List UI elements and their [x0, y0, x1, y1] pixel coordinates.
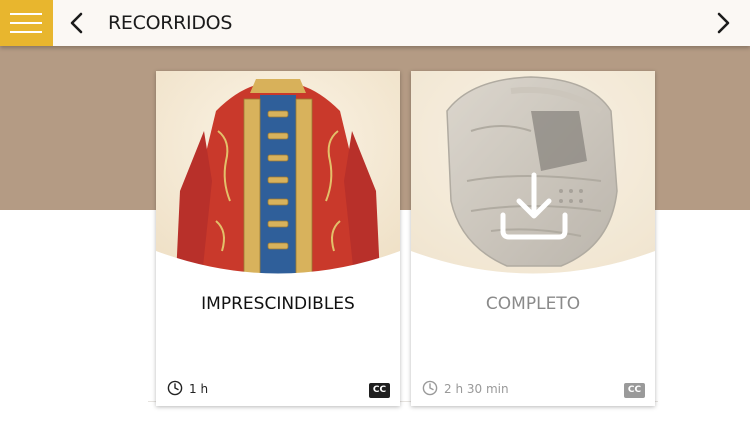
clock-icon: [422, 380, 438, 396]
tour-title: COMPLETO: [485, 294, 581, 314]
chevron-left-icon[interactable]: [68, 11, 86, 35]
closed-captions-badge: CC: [369, 383, 390, 398]
closed-captions-badge: CC: [624, 383, 645, 398]
top-app-bar: RECORRIDOS: [0, 0, 750, 46]
tour-card-completo[interactable]: COMPLETO 2 h 30 min CC: [411, 71, 655, 406]
page-title: RECORRIDOS: [108, 12, 233, 34]
clock-icon: [167, 380, 183, 396]
tour-duration: 1 h: [189, 382, 209, 396]
tour-title: IMPRESCINDIBLES: [201, 294, 355, 314]
uniform-jacket-image: [156, 71, 400, 276]
hamburger-menu-icon[interactable]: [0, 0, 53, 46]
tour-card-imprescindibles[interactable]: IMPRESCINDIBLES 1 h CC: [156, 71, 400, 406]
chevron-right-icon[interactable]: [714, 11, 732, 35]
tour-duration: 2 h 30 min: [444, 382, 509, 396]
download-icon[interactable]: [497, 169, 571, 243]
